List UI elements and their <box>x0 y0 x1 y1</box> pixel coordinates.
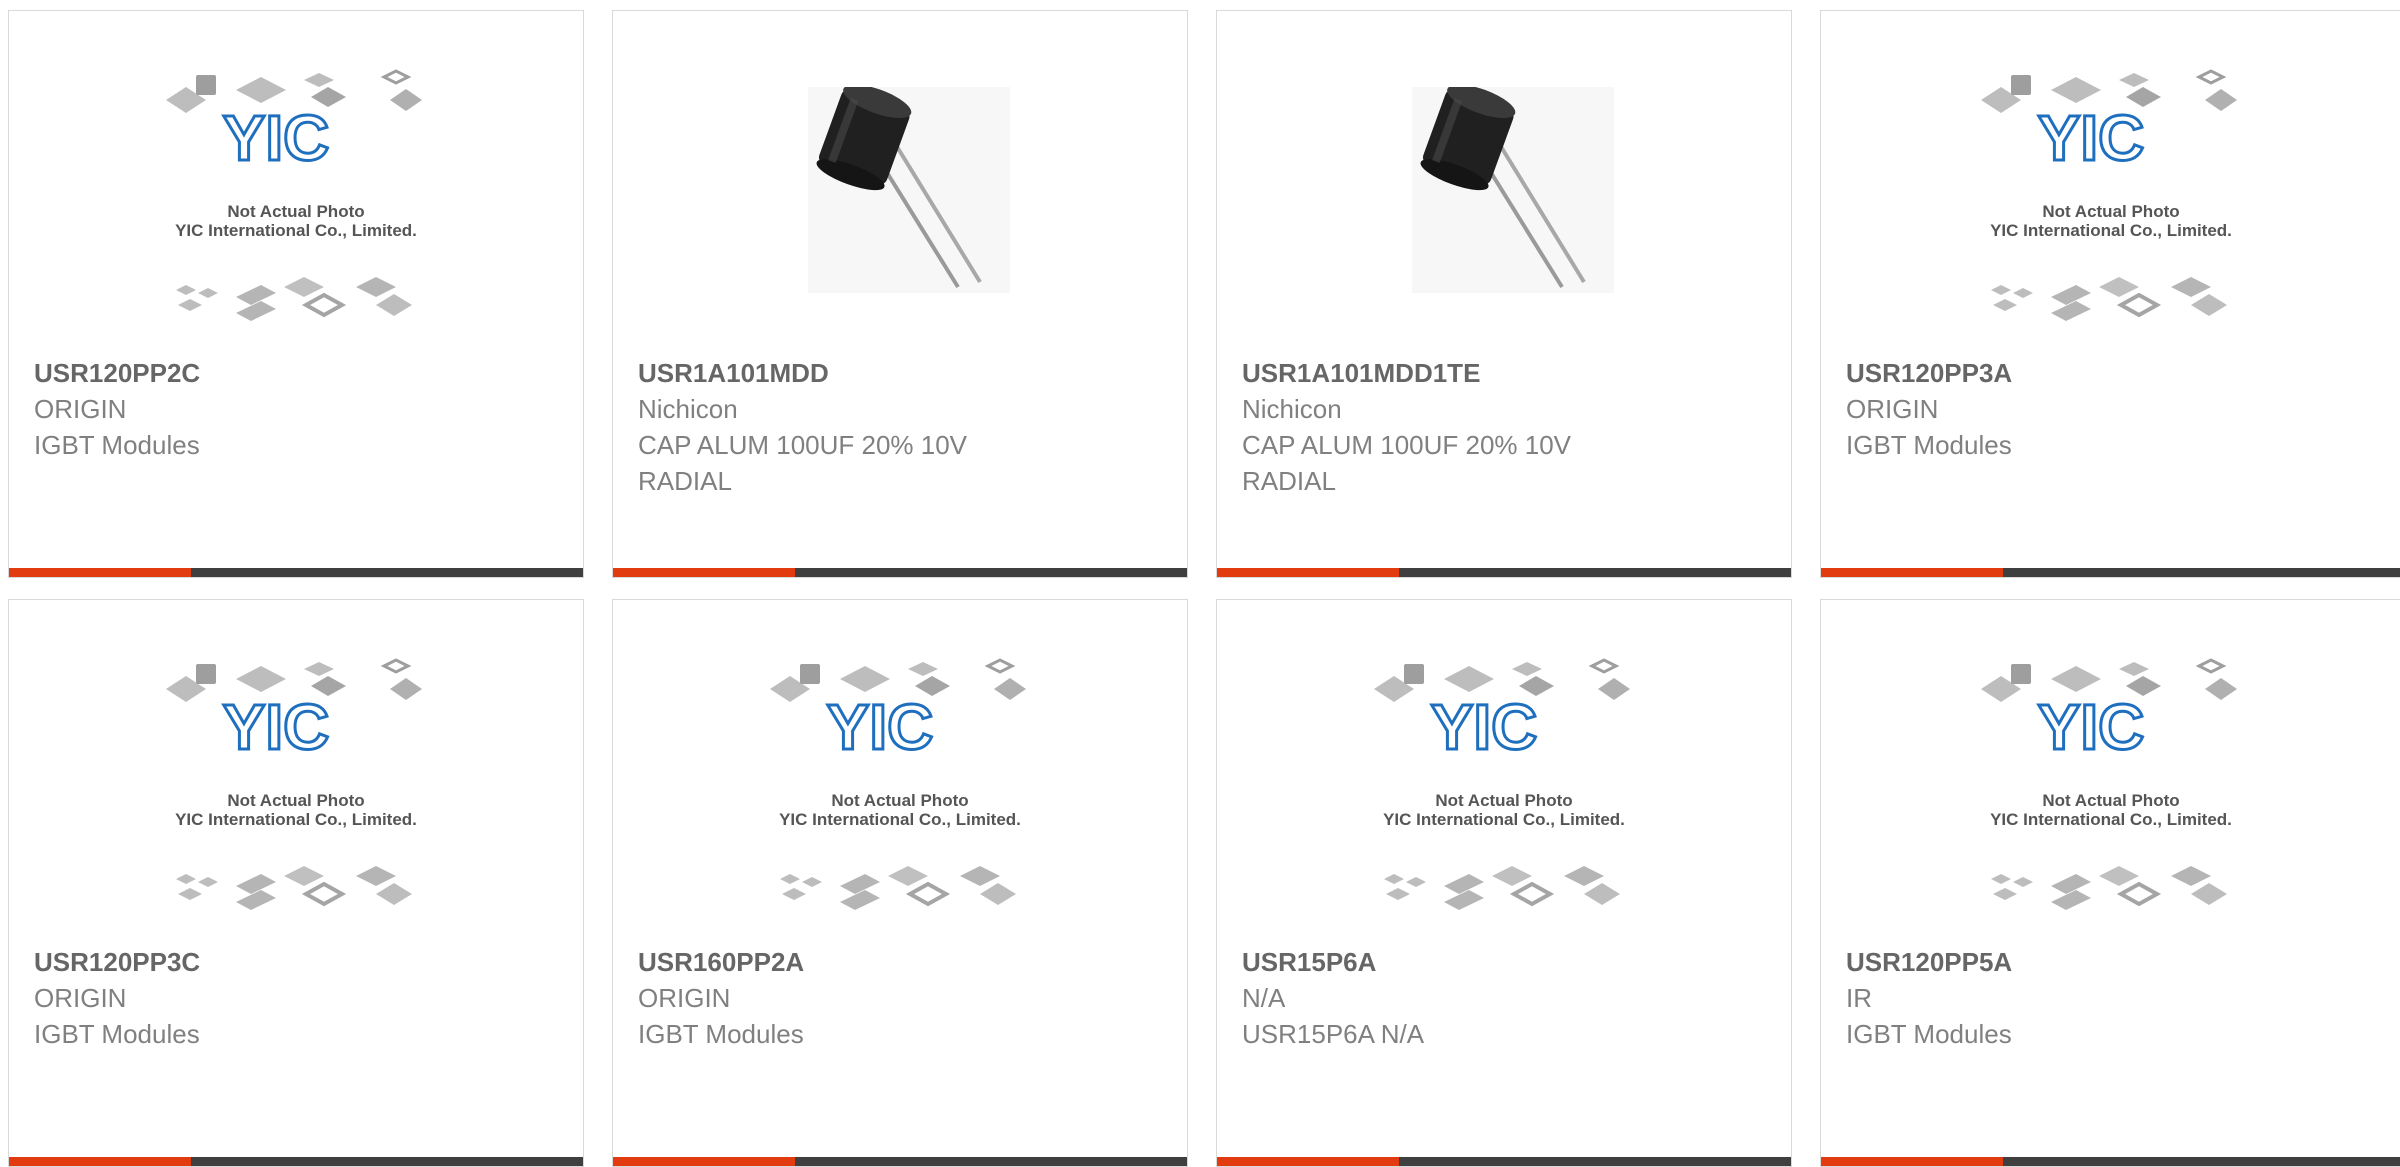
manufacturer: ORIGIN <box>638 983 731 1013</box>
card-bottom-bar <box>9 1157 583 1166</box>
product-card[interactable]: YIC Not Actual Photo YIC International C… <box>1820 10 2400 578</box>
placeholder-caption: Not Actual Photo <box>227 202 364 221</box>
placeholder-caption: Not Actual Photo <box>831 791 968 810</box>
product-image[interactable]: YIC Not Actual Photo YIC International C… <box>9 654 583 936</box>
part-number[interactable]: USR1A101MDD1TE <box>1242 355 1771 391</box>
svg-text:YIC: YIC <box>2037 102 2144 174</box>
placeholder-image: YIC Not Actual Photo YIC International C… <box>1980 658 2237 910</box>
product-card[interactable]: YIC Not Actual Photo YIC International C… <box>1820 599 2400 1167</box>
product-image[interactable] <box>613 65 1187 347</box>
card-bottom-bar <box>1217 1157 1791 1166</box>
description: CAP ALUM 100UF 20% 10V RADIAL <box>638 430 968 496</box>
product-image[interactable]: YIC Not Actual Photo YIC International C… <box>1821 654 2400 936</box>
placeholder-image: YIC Not Actual Photo YIC International C… <box>166 69 422 321</box>
manufacturer: ORIGIN <box>34 394 127 424</box>
product-card[interactable]: YIC Not Actual Photo YIC International C… <box>8 10 584 578</box>
placeholder-caption: Not Actual Photo <box>2042 791 2179 810</box>
card-bottom-bar <box>1821 1157 2400 1166</box>
svg-text:YIC: YIC <box>2037 691 2144 763</box>
placeholder-company: YIC International Co., Limited. <box>779 810 1021 829</box>
description: CAP ALUM 100UF 20% 10V RADIAL <box>1242 430 1572 496</box>
product-card[interactable]: USR1A101MDD1TE Nichicon CAP ALUM 100UF 2… <box>1216 10 1792 578</box>
part-number[interactable]: USR120PP3A <box>1846 355 2380 391</box>
part-number[interactable]: USR1A101MDD <box>638 355 1167 391</box>
part-number[interactable]: USR160PP2A <box>638 944 1167 980</box>
card-bottom-accent <box>613 568 795 577</box>
card-bottom-accent <box>9 568 191 577</box>
placeholder-image: YIC Not Actual Photo YIC International C… <box>770 658 1026 910</box>
description: IGBT Modules <box>638 1019 804 1049</box>
placeholder-company: YIC International Co., Limited. <box>175 810 417 829</box>
svg-text:YIC: YIC <box>827 691 934 763</box>
placeholder-caption: Not Actual Photo <box>227 791 364 810</box>
card-bottom-accent <box>1217 568 1399 577</box>
manufacturer: Nichicon <box>638 394 738 424</box>
capacitor-image <box>1412 87 1614 293</box>
part-number[interactable]: USR15P6A <box>1242 944 1771 980</box>
svg-text:YIC: YIC <box>223 691 330 763</box>
svg-text:YIC: YIC <box>1431 691 1538 763</box>
capacitor-image <box>808 87 1010 293</box>
manufacturer: ORIGIN <box>1846 394 1939 424</box>
product-card[interactable]: YIC Not Actual Photo YIC International C… <box>1216 599 1792 1167</box>
product-image[interactable] <box>1217 65 1791 347</box>
placeholder-image: YIC Not Actual Photo YIC International C… <box>1374 658 1630 910</box>
placeholder-image: YIC Not Actual Photo YIC International C… <box>1980 69 2237 321</box>
part-number[interactable]: USR120PP3C <box>34 944 563 980</box>
manufacturer: ORIGIN <box>34 983 127 1013</box>
placeholder-image: YIC Not Actual Photo YIC International C… <box>166 658 422 910</box>
part-number[interactable]: USR120PP2C <box>34 355 563 391</box>
placeholder-caption: Not Actual Photo <box>1435 791 1572 810</box>
card-bottom-accent <box>613 1157 795 1166</box>
placeholder-caption: Not Actual Photo <box>2042 202 2179 221</box>
card-bottom-bar <box>9 568 583 577</box>
product-card[interactable]: USR1A101MDD Nichicon CAP ALUM 100UF 20% … <box>612 10 1188 578</box>
product-card[interactable]: YIC Not Actual Photo YIC International C… <box>612 599 1188 1167</box>
svg-text:YIC: YIC <box>223 102 330 174</box>
product-image[interactable]: YIC Not Actual Photo YIC International C… <box>1217 654 1791 936</box>
part-number[interactable]: USR120PP5A <box>1846 944 2380 980</box>
placeholder-company: YIC International Co., Limited. <box>1990 810 2232 829</box>
manufacturer: N/A <box>1242 983 1286 1013</box>
placeholder-company: YIC International Co., Limited. <box>1383 810 1625 829</box>
product-image[interactable]: YIC Not Actual Photo YIC International C… <box>9 65 583 347</box>
placeholder-company: YIC International Co., Limited. <box>1990 221 2232 240</box>
card-bottom-bar <box>1821 568 2400 577</box>
card-bottom-bar <box>613 568 1187 577</box>
description: USR15P6A N/A <box>1242 1019 1425 1049</box>
card-bottom-accent <box>9 1157 191 1166</box>
card-bottom-bar <box>613 1157 1187 1166</box>
card-bottom-accent <box>1821 1157 2003 1166</box>
product-image[interactable]: YIC Not Actual Photo YIC International C… <box>613 654 1187 936</box>
description: IGBT Modules <box>34 430 200 460</box>
manufacturer: IR <box>1846 983 1872 1013</box>
description: IGBT Modules <box>34 1019 200 1049</box>
manufacturer: Nichicon <box>1242 394 1342 424</box>
description: IGBT Modules <box>1846 1019 2012 1049</box>
placeholder-company: YIC International Co., Limited. <box>175 221 417 240</box>
card-bottom-accent <box>1217 1157 1399 1166</box>
description: IGBT Modules <box>1846 430 2012 460</box>
card-bottom-bar <box>1217 568 1791 577</box>
card-bottom-accent <box>1821 568 2003 577</box>
product-image[interactable]: YIC Not Actual Photo YIC International C… <box>1821 65 2400 347</box>
product-card[interactable]: YIC Not Actual Photo YIC International C… <box>8 599 584 1167</box>
